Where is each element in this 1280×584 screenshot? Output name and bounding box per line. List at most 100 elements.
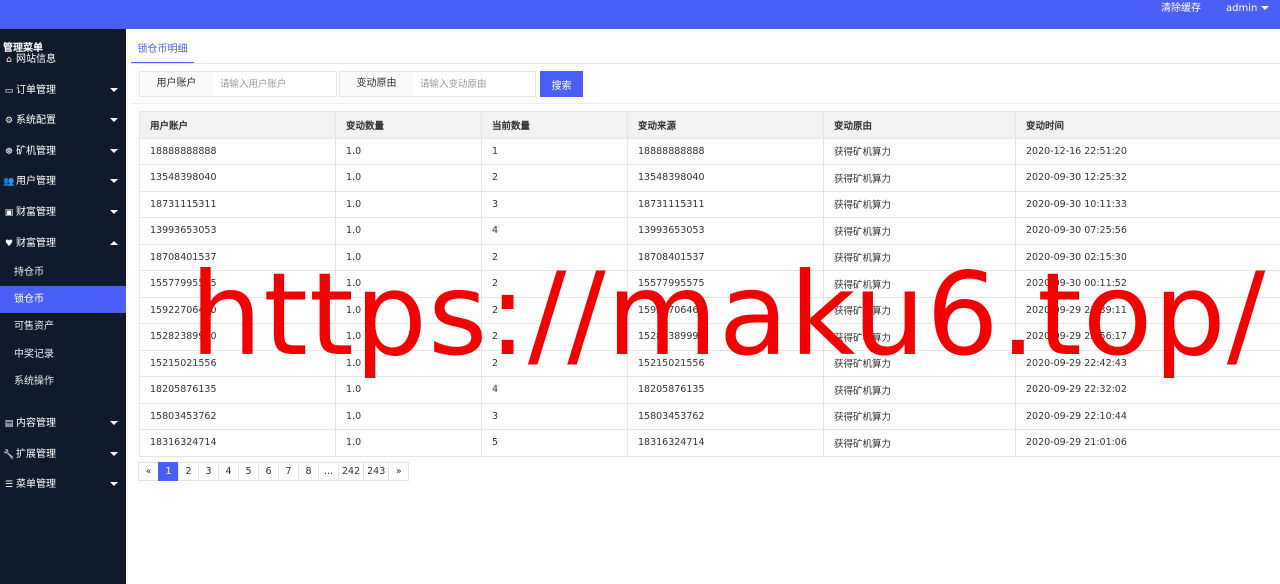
sidebar-item-2[interactable]: ⚙ 系统配置 (0, 106, 126, 136)
chevron-down-icon (106, 409, 118, 439)
pagination-page: ... (318, 462, 339, 481)
pagination-next[interactable]: » (388, 462, 410, 481)
sidebar-item-label: 扩展管理 (16, 448, 56, 460)
table-cell: 18316324714 (139, 429, 336, 457)
chevron-down-icon (1261, 6, 1270, 10)
sidebar-item-label: 财富管理 (16, 207, 56, 218)
pagination-page[interactable]: 1 (158, 462, 179, 481)
table-cell: 4 (481, 217, 628, 245)
top-navbar: 清除缓存 admin (0, 0, 1280, 29)
clear-cache-link[interactable]: 清除缓存 (1161, 0, 1201, 18)
sidebar-bottom-item-2[interactable]: ☰ 菜单管理 (0, 470, 126, 500)
sidebar-item-label: 菜单管理 (16, 479, 56, 490)
table-cell: 18888888888 (139, 137, 336, 165)
chevron-down-icon (106, 198, 118, 228)
table-cell: 18731115311 (139, 190, 336, 218)
pagination-page[interactable]: 3 (198, 462, 219, 481)
table-cell: 获得矿机算力 (823, 402, 1016, 430)
pagination-page[interactable]: 7 (278, 462, 299, 481)
sidebar-item-label: 订单管理 (16, 84, 56, 96)
table-cell: 2 (481, 164, 628, 192)
chevron-down-icon (106, 440, 118, 470)
table-cell: 13993653053 (139, 217, 336, 245)
table-cell: 5 (481, 429, 628, 457)
tab-divider (131, 63, 1280, 64)
sidebar-subitem-0[interactable]: 持仓币 (0, 259, 126, 286)
sidebar-bottom-item-1[interactable]: 🔧扩展管理 (0, 440, 126, 470)
table-row: 15803453762 1.0 3 15803453762 获得矿机算力 2020-09-… (139, 402, 1280, 430)
pagination-page[interactable]: 4 (218, 462, 239, 481)
change-reason-input[interactable] (413, 71, 536, 97)
sidebar-item-1[interactable]: ▭ 订单管理 (0, 76, 126, 106)
pagination-page[interactable]: 8 (298, 462, 319, 481)
sidebar-item-6[interactable]: ♥ 财富管理 (0, 229, 126, 259)
sidebar-item-label: 网站信息 (16, 54, 56, 65)
table-cell: 15803453762 (139, 402, 336, 430)
filter-divider (131, 103, 1280, 104)
table-cell: 18316324714 (627, 429, 824, 457)
table-cell: 获得矿机算力 (823, 137, 1016, 165)
sidebar-subitem-3[interactable]: 中奖记录 (0, 341, 126, 368)
pagination-page[interactable]: 243 (363, 462, 390, 481)
chevron-down-icon (106, 76, 118, 106)
home-icon: ⌂ (6, 55, 12, 65)
chevron-down-icon (106, 137, 118, 167)
helm-icon: ☸ (4, 146, 14, 157)
table-cell: 13548398040 (627, 164, 824, 192)
table-cell: 3 (481, 190, 628, 218)
list-icon: ☰ (4, 480, 14, 490)
money-icon: ▣ (4, 208, 14, 218)
column-header: 变动来源 (627, 111, 824, 139)
watermark-url: https://maku6.top/ (190, 248, 1267, 381)
table-cell: 1.0 (335, 429, 482, 457)
sidebar-item-3[interactable]: ☸ 矿机管理 (0, 137, 126, 167)
table-cell: 2020-09-30 12:25:32 (1015, 164, 1280, 192)
sidebar-item-label: 系统配置 (16, 115, 56, 127)
table-row: 13993653053 1.0 4 13993653053 获得矿机算力 2020-09-… (139, 217, 1280, 245)
gears-icon: ⚙ (4, 116, 14, 127)
column-header: 用户账户 (139, 111, 336, 139)
sidebar: 管理菜单 ⌂ 网站信息 ▭ 订单管理 ⚙ 系统配置 ☸ 矿机管理 👥用户管理 ▣ 财富管理 ♥ 财富管理… (0, 29, 126, 584)
table-header-row: 用户账户 变动数量 当前数量 变动来源 变动原由 变动时间 (139, 111, 1280, 139)
tab-lock-coin-detail[interactable]: 锁仓币明细 (131, 38, 194, 64)
sidebar-item-label: 内容管理 (16, 418, 56, 429)
table-cell: 获得矿机算力 (823, 190, 1016, 218)
sidebar-bottom-item-0[interactable]: ▤ 内容管理 (0, 409, 126, 439)
table-cell: 1.0 (335, 402, 482, 430)
table-cell: 13993653053 (627, 217, 824, 245)
sidebar-subitem-4[interactable]: 系统操作 (0, 368, 126, 395)
pagination-page[interactable]: 242 (338, 462, 365, 481)
table-cell: 18888888888 (627, 137, 824, 165)
sidebar-item-label: 用户管理 (16, 176, 56, 188)
user-account-input[interactable] (213, 71, 337, 97)
sidebar-item-0[interactable]: ⌂ 网站信息 (0, 45, 126, 75)
sidebar-item-5[interactable]: ▣ 财富管理 (0, 198, 126, 228)
chevron-down-icon (106, 167, 118, 197)
search-button[interactable]: 搜索 (540, 71, 583, 97)
table-row: 18731115311 1.0 3 18731115311 获得矿机算力 2020-09-… (139, 190, 1280, 218)
chevron-up-icon (110, 229, 118, 259)
sidebar-item-4[interactable]: 👥用户管理 (0, 167, 126, 197)
users-icon: 👥 (3, 177, 15, 188)
pagination-page[interactable]: 2 (178, 462, 199, 481)
table-cell: 15803453762 (627, 402, 824, 430)
pagination-page[interactable]: 5 (238, 462, 259, 481)
table-cell: 18731115311 (627, 190, 824, 218)
user-menu[interactable]: admin (1226, 0, 1270, 18)
heart-icon: ♥ (4, 238, 14, 249)
column-header: 变动原由 (823, 111, 1016, 139)
table-cell: 2020-12-16 22:51:20 (1015, 137, 1280, 165)
column-header: 变动数量 (335, 111, 482, 139)
wrench-icon: 🔧 (3, 449, 15, 460)
sidebar-subitem-1[interactable]: 锁仓币 (0, 286, 126, 314)
table-cell: 1.0 (335, 190, 482, 218)
change-reason-label: 变动原由 (339, 71, 414, 97)
column-header: 当前数量 (481, 111, 628, 139)
table-cell: 获得矿机算力 (823, 429, 1016, 457)
user-name: admin (1226, 3, 1258, 14)
user-account-label: 用户账户 (139, 71, 214, 97)
pagination-prev[interactable]: « (138, 462, 159, 481)
sidebar-subitem-2[interactable]: 可售资产 (0, 313, 126, 340)
file-icon: ▤ (4, 419, 14, 429)
pagination-page[interactable]: 6 (258, 462, 279, 481)
